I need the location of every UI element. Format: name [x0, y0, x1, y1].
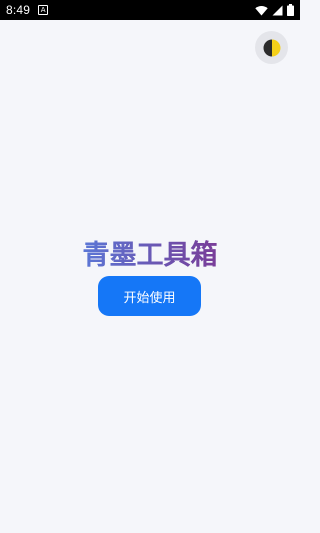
status-right-group: [255, 4, 294, 16]
battery-icon: [287, 4, 294, 16]
half-moon-theme-icon: [263, 39, 280, 56]
start-button[interactable]: 开始使用: [98, 276, 201, 316]
theme-toggle-button[interactable]: [255, 31, 288, 64]
wifi-icon: [255, 5, 268, 15]
cell-signal-icon: [272, 5, 283, 15]
status-bar: 8:49 A: [0, 0, 300, 20]
status-time: 8:49: [6, 3, 31, 17]
app-title-text: 青墨工具箱: [82, 240, 218, 271]
status-left-group: 8:49 A: [6, 3, 49, 17]
app-title: 青墨工具箱: [0, 236, 300, 276]
a-square-icon: A: [38, 5, 49, 15]
